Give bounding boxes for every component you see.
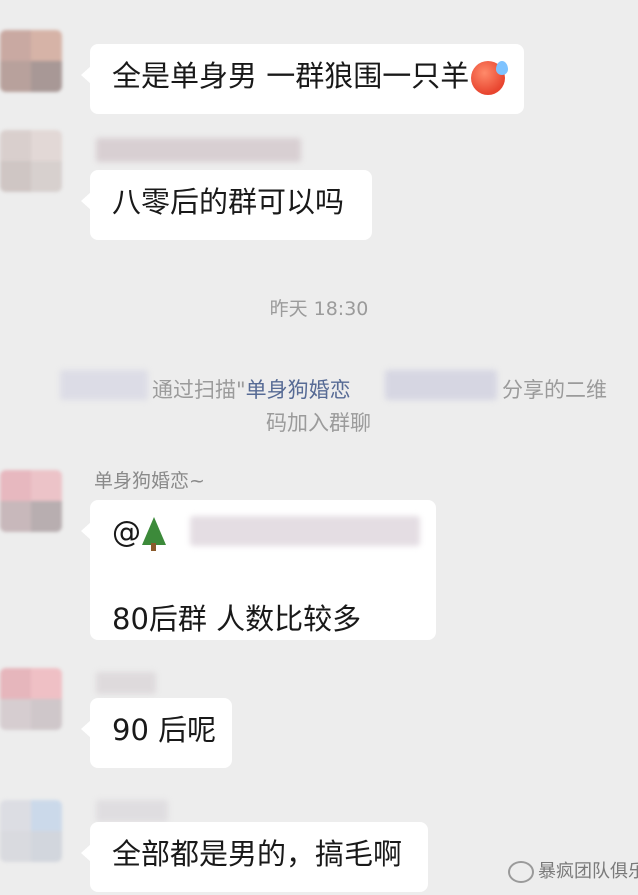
system-notice-name[interactable]: 单身狗婚恋 [246, 378, 351, 402]
message-bubble[interactable]: 八零后的群可以吗 [81, 170, 372, 240]
redacted-sender-name [96, 800, 168, 822]
message-text: 90 后呢 [112, 713, 217, 747]
avatar[interactable] [0, 800, 62, 862]
redacted-sender-name [96, 672, 156, 694]
avatar[interactable] [0, 470, 62, 532]
redacted-sender-name [96, 138, 301, 162]
message-bubble[interactable]: 全部都是男的，搞毛啊 [81, 822, 428, 892]
message-text: 80后群 人数比较多 [112, 602, 362, 636]
system-notice-text: 码加入群聊 [266, 411, 371, 435]
mention-line: @ [112, 512, 420, 552]
system-notice: 通过扫描"单身狗婚恋 [152, 374, 351, 404]
wechat-official-account-icon [508, 861, 534, 883]
message-bubble[interactable]: 全是单身男 一群狼围一只羊 [81, 44, 524, 114]
timestamp: 昨天 18:30 [269, 298, 369, 320]
watermark: 暴疯团队俱乐部 [508, 857, 638, 883]
cold-sweat-emoji-icon [471, 61, 509, 95]
tree-emoji-icon [141, 517, 167, 551]
avatar[interactable] [0, 668, 62, 730]
watermark-text: 暴疯团队俱乐部 [538, 861, 638, 882]
message-text: 八零后的群可以吗 [112, 185, 345, 219]
message-text: 全是单身男 一群狼围一只羊 [112, 59, 470, 93]
message-bubble[interactable]: 90 后呢 [81, 698, 232, 768]
redacted-mention [190, 516, 420, 546]
sender-name: 单身狗婚恋~ [94, 470, 205, 492]
system-notice-text: 分享的二维 [502, 378, 607, 402]
avatar[interactable] [0, 30, 62, 92]
redacted-name [60, 370, 148, 400]
mention-at: @ [112, 515, 141, 549]
redacted-name [385, 370, 497, 400]
message-text: 全部都是男的，搞毛啊 [112, 837, 403, 871]
system-notice-text: 通过扫描" [152, 378, 246, 402]
message-bubble[interactable]: @ 80后群 人数比较多 [81, 500, 436, 640]
avatar[interactable] [0, 130, 62, 192]
